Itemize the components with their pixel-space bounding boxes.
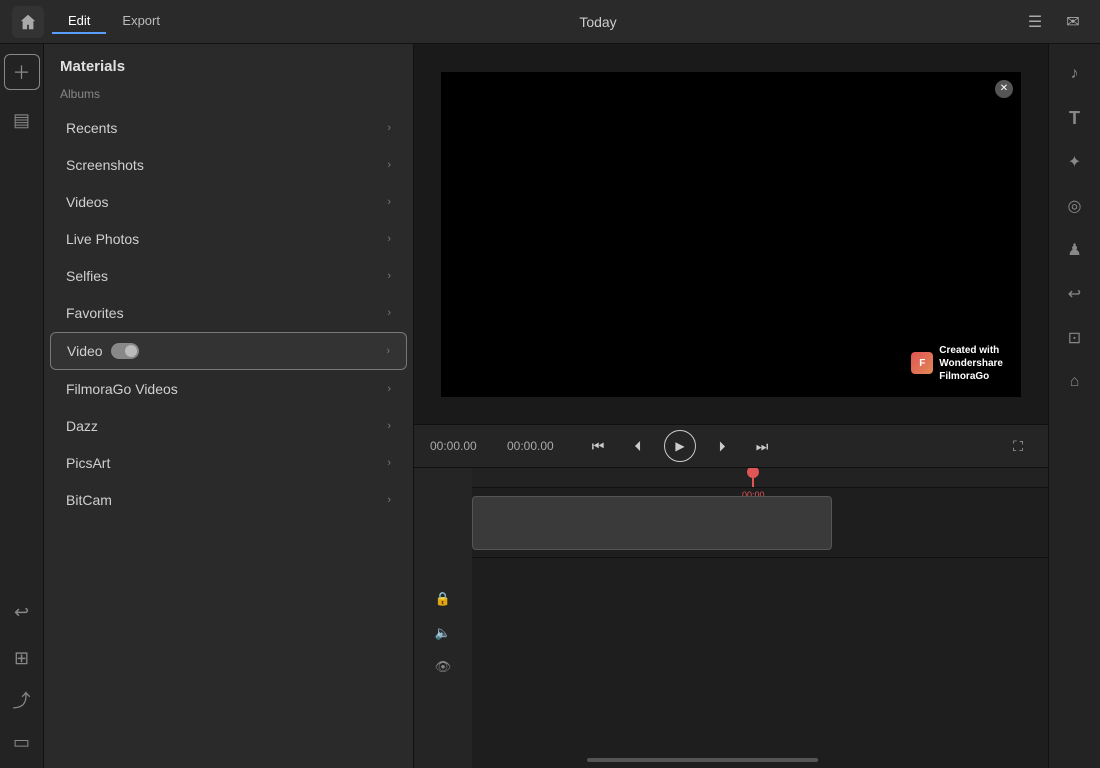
media-item-videos[interactable]: Videos › <box>50 184 407 220</box>
timeline-area: 🔒 🔈 👁 00:00 <box>414 468 1048 768</box>
media-item-favorites[interactable]: Favorites › <box>50 295 407 331</box>
duration-display: 00:00.00 <box>507 439 572 453</box>
eye-icon[interactable]: 👁 <box>431 655 455 679</box>
playhead[interactable] <box>752 468 754 487</box>
right-sidebar: ♪ T ✦ ◎ ♟ ↩ ⊡ ⌂ <box>1048 44 1100 768</box>
undo2-icon[interactable]: ↩ <box>1057 276 1093 312</box>
timeline-track-controls: 🔒 🔈 👁 <box>414 468 472 768</box>
media-panel-subtitle: Albums <box>44 83 413 109</box>
timeline-ruler <box>472 468 1048 488</box>
person-icon[interactable]: ♟ <box>1057 232 1093 268</box>
media-item-label: Favorites <box>66 305 124 321</box>
media-item-recents[interactable]: Recents › <box>50 110 407 146</box>
audio-icon[interactable]: 🔈 <box>431 621 455 645</box>
tab-edit[interactable]: Edit <box>52 9 106 34</box>
media-item-label: Screenshots <box>66 157 144 173</box>
crop-icon[interactable]: ⊡ <box>1057 320 1093 356</box>
video-toggle[interactable] <box>111 343 139 359</box>
add-media-button[interactable]: ＋ <box>4 54 40 90</box>
play-button[interactable]: ▶ <box>664 430 696 462</box>
chevron-icon: › <box>387 270 391 282</box>
text-icon[interactable]: T <box>1057 100 1093 136</box>
top-bar: Edit Export Today ☰ ✉ <box>0 0 1100 44</box>
clip-content <box>473 497 831 549</box>
tab-export[interactable]: Export <box>106 9 176 34</box>
preview-canvas: ✕ F Created with Wondershare FilmoraGo <box>441 72 1021 397</box>
media-item-label: Dazz <box>66 418 98 434</box>
media-item-label: Video <box>67 343 145 359</box>
step-back-button[interactable]: ⏴ <box>624 432 652 460</box>
playback-controls: 00:00.00 00:00.00 ⏮ ⏴ ▶ ⏵ ⏭ ⛶ <box>414 424 1048 468</box>
sticker-icon[interactable]: ✦ <box>1057 144 1093 180</box>
music-icon[interactable]: ♪ <box>1057 56 1093 92</box>
chevron-icon: › <box>386 345 390 357</box>
skip-to-start-button[interactable]: ⏮ <box>584 432 612 460</box>
undo-icon[interactable]: ↩ <box>4 594 40 630</box>
media-panel-list: Recents › Screenshots › Videos › Live Ph… <box>44 109 413 768</box>
media-item-picsart[interactable]: PicsArt › <box>50 445 407 481</box>
media-item-screenshots[interactable]: Screenshots › <box>50 147 407 183</box>
video-track <box>472 488 1048 558</box>
preview-close-button[interactable]: ✕ <box>995 80 1013 98</box>
chevron-icon: › <box>387 457 391 469</box>
watermark-text: Created with Wondershare FilmoraGo <box>939 344 1003 383</box>
media-item-label: Videos <box>66 194 109 210</box>
chevron-icon: › <box>387 122 391 134</box>
chevron-icon: › <box>387 196 391 208</box>
media-item-label: FilmoraGo Videos <box>66 381 178 397</box>
top-bar-tabs: Edit Export <box>52 9 176 34</box>
media-item-dazz[interactable]: Dazz › <box>50 408 407 444</box>
media-item-label: BitCam <box>66 492 112 508</box>
home-button[interactable] <box>12 6 44 38</box>
media-panel: Materials Albums Recents › Screenshots ›… <box>44 44 414 768</box>
effect-icon[interactable]: ◎ <box>1057 188 1093 224</box>
grid-icon[interactable]: ⊞ <box>4 640 40 676</box>
media-item-livephotos[interactable]: Live Photos › <box>50 221 407 257</box>
lock-icon[interactable]: 🔒 <box>431 587 455 611</box>
fullscreen-button[interactable]: ⛶ <box>1004 432 1032 460</box>
watermark: F Created with Wondershare FilmoraGo <box>903 340 1011 387</box>
current-time-display: 00:00.00 <box>430 439 495 453</box>
chevron-icon: › <box>387 494 391 506</box>
center-area: ✕ F Created with Wondershare FilmoraGo 0… <box>414 44 1048 768</box>
chevron-icon: › <box>387 307 391 319</box>
timeline-content: 00:00 <box>472 468 1048 768</box>
media-panel-title: Materials <box>44 44 413 83</box>
top-bar-right: ☰ ✉ <box>1020 7 1088 37</box>
media-item-bitcam[interactable]: BitCam › <box>50 482 407 518</box>
project-title: Today <box>579 14 616 30</box>
media-item-label: Recents <box>66 120 117 136</box>
left-sidebar: ＋ ▤ ↩ ⊞ ⤴ ▭ <box>0 44 44 768</box>
media-item-video[interactable]: Video › <box>50 332 407 370</box>
timeline-tracks <box>472 488 1048 748</box>
media-item-label: PicsArt <box>66 455 110 471</box>
share-icon[interactable]: ⤴ <box>4 682 40 718</box>
media-item-label: Live Photos <box>66 231 139 247</box>
chevron-icon: › <box>387 233 391 245</box>
top-bar-left: Edit Export <box>12 6 176 38</box>
media-item-selfies[interactable]: Selfies › <box>50 258 407 294</box>
chevron-icon: › <box>387 420 391 432</box>
mail-icon[interactable]: ✉ <box>1058 7 1088 37</box>
media-item-filmoragovideos[interactable]: FilmoraGo Videos › <box>50 371 407 407</box>
device-icon[interactable]: ▭ <box>4 724 40 760</box>
timeline-clip[interactable] <box>472 496 832 550</box>
media-item-label: Selfies <box>66 268 108 284</box>
menu-icon[interactable]: ☰ <box>1020 7 1050 37</box>
headphones-icon[interactable]: ⌂ <box>1057 364 1093 400</box>
chevron-icon: › <box>387 383 391 395</box>
watermark-logo: F <box>911 352 933 374</box>
layers-icon[interactable]: ▤ <box>4 102 40 138</box>
skip-to-end-button[interactable]: ⏭ <box>748 432 776 460</box>
chevron-icon: › <box>387 159 391 171</box>
timeline-scrollbar[interactable] <box>587 758 817 762</box>
video-preview: ✕ F Created with Wondershare FilmoraGo <box>414 44 1048 424</box>
step-forward-button[interactable]: ⏵ <box>708 432 736 460</box>
main-area: ＋ ▤ ↩ ⊞ ⤴ ▭ Materials Albums Recents › S… <box>0 44 1100 768</box>
